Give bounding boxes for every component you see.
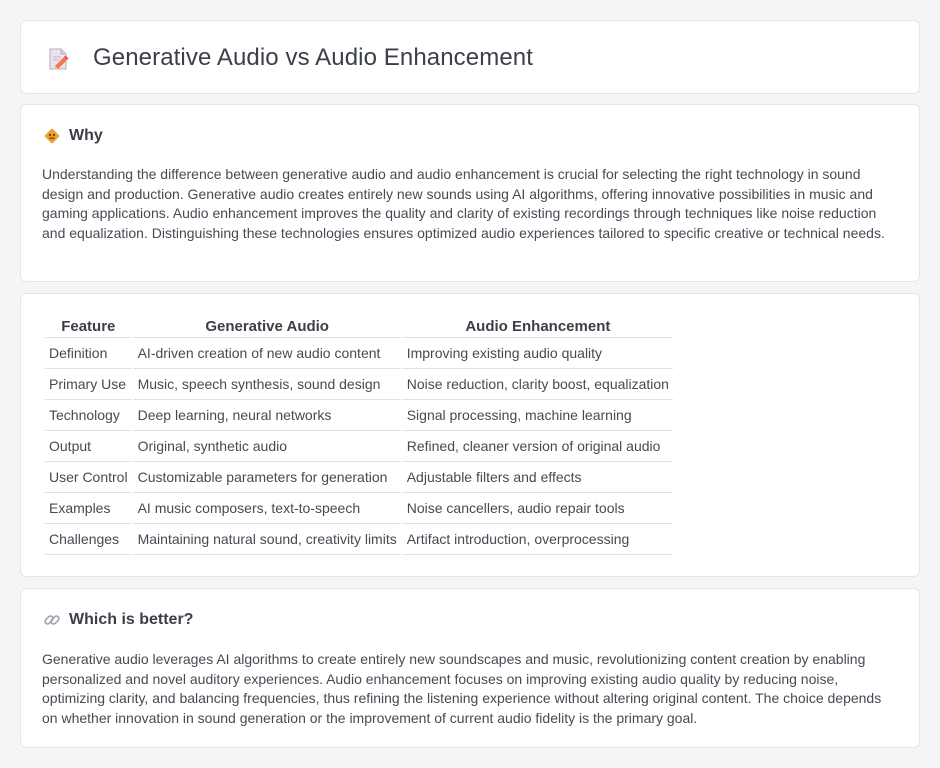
header-card: Generative Audio vs Audio Enhancement xyxy=(20,20,920,94)
why-heading: Why xyxy=(43,127,103,145)
table-cell: Definition xyxy=(45,338,132,369)
table-cell: Artifact introduction, overprocessing xyxy=(402,524,673,555)
table-cell: Output xyxy=(45,431,132,462)
table-row: Primary Use Music, speech synthesis, sou… xyxy=(45,369,673,400)
table-cell: AI music composers, text-to-speech xyxy=(133,493,401,524)
table-row: Examples AI music composers, text-to-spe… xyxy=(45,493,673,524)
table-row: Definition AI-driven creation of new aud… xyxy=(45,338,673,369)
why-body: Understanding the difference between gen… xyxy=(42,166,885,241)
column-header: Feature xyxy=(45,316,132,338)
which-is-better-body: Generative audio leverages AI algorithms… xyxy=(42,651,882,726)
table-cell: Adjustable filters and effects xyxy=(402,462,673,493)
table-cell: Technology xyxy=(45,400,132,431)
table-row: Challenges Maintaining natural sound, cr… xyxy=(45,524,673,555)
table-cell: Signal processing, machine learning xyxy=(402,400,673,431)
column-header: Generative Audio xyxy=(133,316,401,338)
table-cell: AI-driven creation of new audio content xyxy=(133,338,401,369)
which-is-better-heading: Which is better? xyxy=(43,611,193,629)
which-is-better-title: Which is better? xyxy=(69,611,194,628)
table-cell: Challenges xyxy=(45,524,132,555)
comparison-table: Feature Generative Audio Audio Enhanceme… xyxy=(43,316,675,555)
page-title: Generative Audio vs Audio Enhancement xyxy=(93,44,533,71)
table-cell: Noise cancellers, audio repair tools xyxy=(402,493,673,524)
why-section: Why Understanding the difference between… xyxy=(20,104,920,282)
table-cell: Examples xyxy=(45,493,132,524)
comparison-section: Feature Generative Audio Audio Enhanceme… xyxy=(20,293,920,577)
table-cell: Refined, cleaner version of original aud… xyxy=(402,431,673,462)
table-cell: Noise reduction, clarity boost, equaliza… xyxy=(402,369,673,400)
which-is-better-section: Which is better? Generative audio levera… xyxy=(20,588,920,748)
why-title: Why xyxy=(69,127,103,144)
diamond-sign-icon xyxy=(43,127,61,145)
table-cell: Improving existing audio quality xyxy=(402,338,673,369)
table-cell: Primary Use xyxy=(45,369,132,400)
column-header: Audio Enhancement xyxy=(402,316,673,338)
table-row: User Control Customizable parameters for… xyxy=(45,462,673,493)
table-cell: Music, speech synthesis, sound design xyxy=(133,369,401,400)
table-cell: Customizable parameters for generation xyxy=(133,462,401,493)
table-row: Output Original, synthetic audio Refined… xyxy=(45,431,673,462)
table-cell: Deep learning, neural networks xyxy=(133,400,401,431)
table-cell: User Control xyxy=(45,462,132,493)
document-pencil-icon xyxy=(47,47,69,71)
link-icon xyxy=(43,611,61,629)
table-cell: Maintaining natural sound, creativity li… xyxy=(133,524,401,555)
table-row: Technology Deep learning, neural network… xyxy=(45,400,673,431)
table-cell: Original, synthetic audio xyxy=(133,431,401,462)
table-header-row: Feature Generative Audio Audio Enhanceme… xyxy=(45,316,673,338)
